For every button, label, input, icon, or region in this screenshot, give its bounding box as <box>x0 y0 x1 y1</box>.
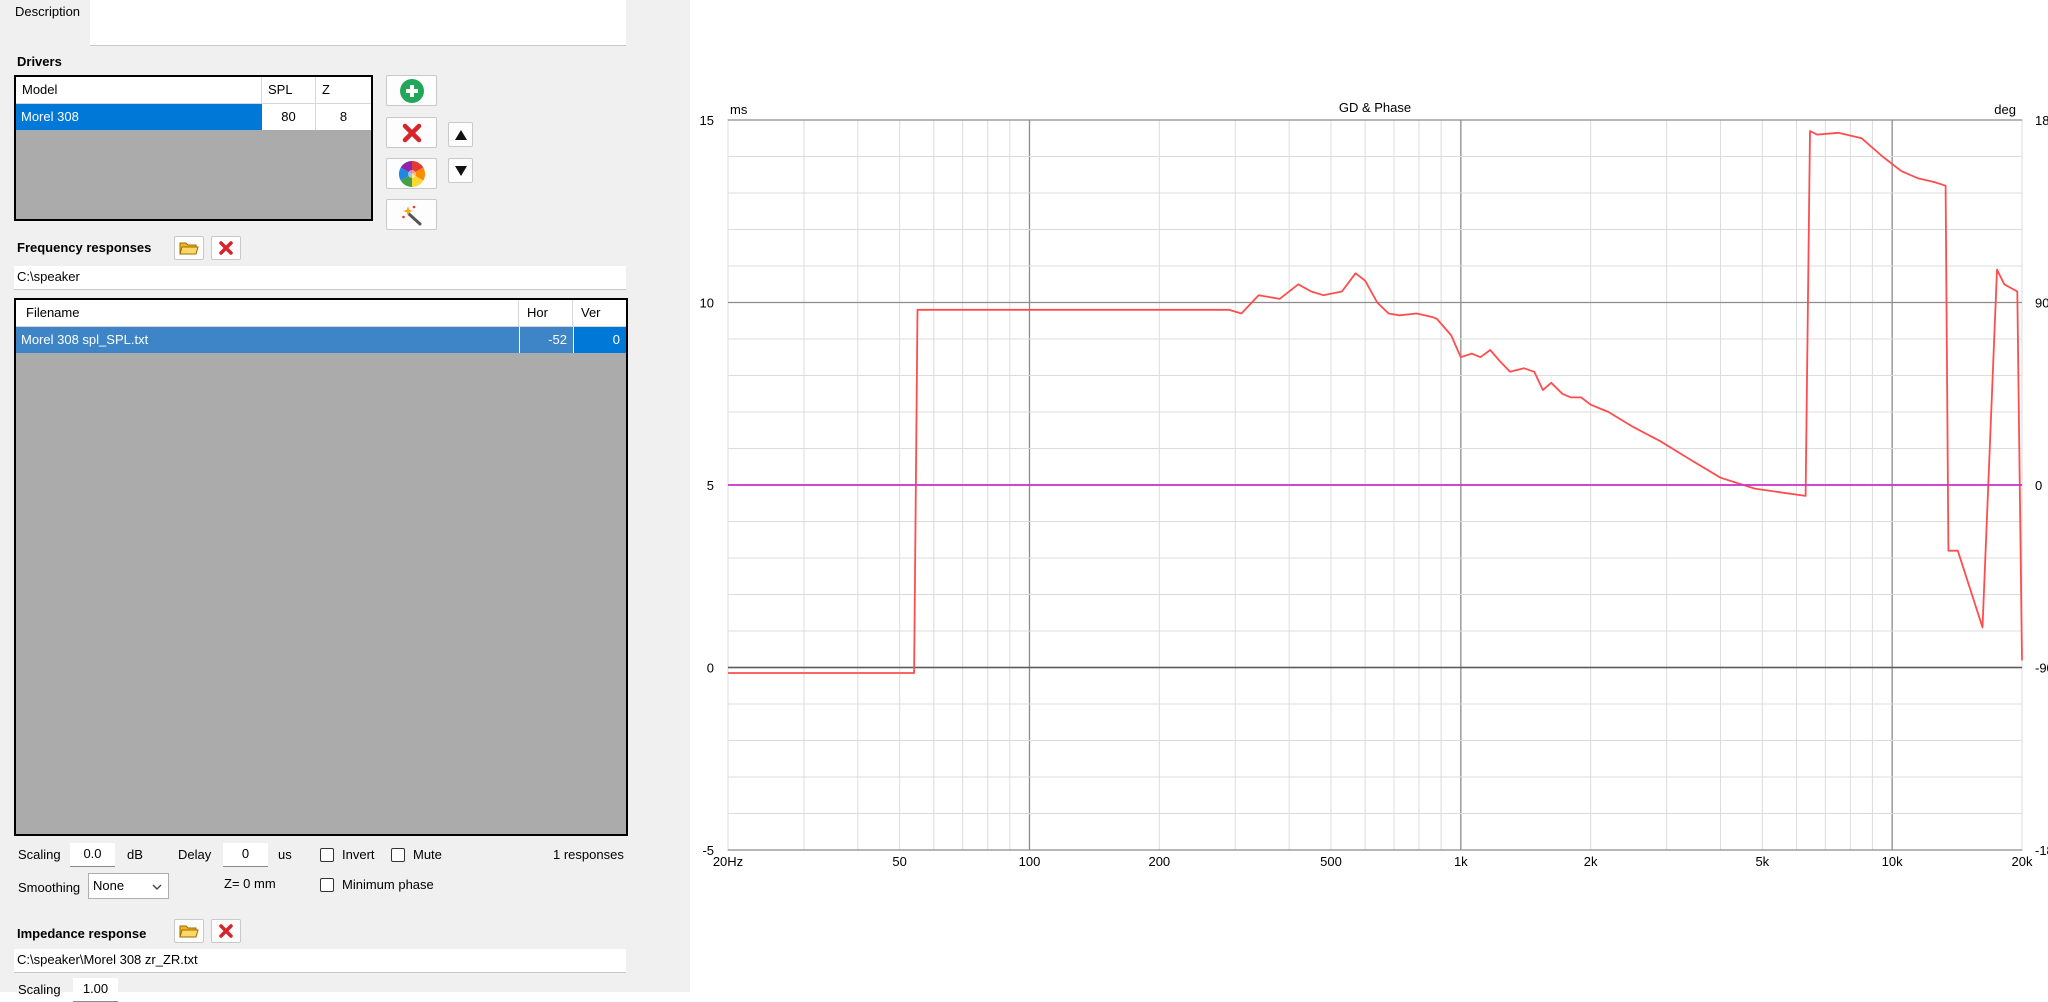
smoothing-selected-value: None <box>93 878 125 893</box>
y-left-tick-label: 10 <box>700 296 714 311</box>
open-impedance-file-button[interactable] <box>174 919 204 943</box>
minimum-phase-checkbox[interactable] <box>320 878 334 892</box>
driver-z-cell[interactable]: 8 <box>316 104 371 130</box>
x-tick-label: 100 <box>1019 854 1041 869</box>
driver-row[interactable]: Morel 308 80 8 <box>16 104 371 130</box>
driver-settings-panel: Description Drivers Model SPL Z Morel 30… <box>0 0 690 1002</box>
description-label: Description <box>15 4 81 19</box>
delete-icon <box>219 241 233 255</box>
delay-input[interactable]: 0 <box>223 843 268 867</box>
x-tick-label: 1k <box>1454 854 1468 869</box>
folder-open-icon <box>179 242 199 255</box>
y-right-tick-label: -90 <box>2035 661 2048 676</box>
z-offset-text: Z= 0 mm <box>224 876 276 891</box>
column-header-z[interactable]: Z <box>316 77 371 103</box>
driver-color-button[interactable] <box>386 158 437 189</box>
impedance-response-heading: Impedance response <box>17 926 147 941</box>
response-hor-cell[interactable]: -52 <box>519 327 573 353</box>
x-tick-label: 20k <box>2012 854 2033 869</box>
mute-label: Mute <box>413 847 442 862</box>
chevron-down-icon <box>152 884 162 890</box>
delete-icon <box>219 924 233 938</box>
x-tick-label: 5k <box>1755 854 1769 869</box>
invert-checkbox[interactable] <box>320 848 334 862</box>
drivers-heading: Drivers <box>17 54 62 69</box>
driver-model-cell[interactable]: Morel 308 <box>16 104 262 130</box>
clear-frequency-files-button[interactable] <box>211 236 241 260</box>
x-tick-label: 500 <box>1320 854 1342 869</box>
delay-unit: us <box>278 847 292 862</box>
column-header-filename[interactable]: Filename <box>16 300 519 326</box>
move-down-icon <box>454 165 467 176</box>
y-right-tick-label: 90 <box>2035 296 2048 311</box>
response-ver-cell[interactable]: 0 <box>573 327 626 353</box>
driver-wizard-button[interactable] <box>386 199 437 230</box>
impedance-scaling-input[interactable]: 1.00 <box>73 978 118 1002</box>
frequency-folder-path[interactable]: C:\speaker <box>14 266 626 290</box>
move-down-button[interactable] <box>448 158 473 183</box>
open-frequency-file-button[interactable] <box>174 236 204 260</box>
frequency-response-table[interactable]: Filename Hor Ver Morel 308 spl_SPL.txt -… <box>14 298 628 836</box>
y-right-tick-label: 0 <box>2035 478 2042 493</box>
remove-icon <box>402 123 421 142</box>
folder-open-icon <box>179 925 199 938</box>
smoothing-label: Smoothing <box>18 880 81 895</box>
scaling-input[interactable]: 0.0 <box>70 843 115 867</box>
add-driver-button[interactable] <box>386 75 437 106</box>
gd-phase-chart[interactable]: 20Hz501002005001k2k5k10k20k151050-518090… <box>690 0 2048 992</box>
impedance-file-path[interactable]: C:\speaker\Morel 308 zr_ZR.txt <box>14 949 626 973</box>
add-icon <box>399 78 424 103</box>
mute-checkbox[interactable] <box>391 848 405 862</box>
x-tick-label: 10k <box>1882 854 1903 869</box>
description-field[interactable] <box>90 0 626 46</box>
frequency-responses-heading: Frequency responses <box>17 240 152 255</box>
y-right-tick-label: -180 <box>2035 843 2048 858</box>
response-filename-cell[interactable]: Morel 308 spl_SPL.txt <box>16 327 519 353</box>
y-left-tick-label: 5 <box>707 478 714 493</box>
color-wheel-icon <box>398 160 425 187</box>
driver-spl-cell[interactable]: 80 <box>262 104 316 130</box>
scaling-label: Scaling <box>18 847 61 862</box>
column-header-spl[interactable]: SPL <box>262 77 316 103</box>
y-right-tick-label: 180 <box>2035 113 2048 128</box>
move-up-button[interactable] <box>448 122 473 147</box>
y-right-unit: deg <box>1994 102 2016 117</box>
chart-title: GD & Phase <box>1339 100 1411 115</box>
y-left-unit: ms <box>730 102 748 117</box>
responses-count: 1 responses <box>553 847 624 862</box>
y-left-tick-label: 0 <box>707 661 714 676</box>
x-tick-label: 50 <box>892 854 906 869</box>
y-left-tick-label: -5 <box>702 843 714 858</box>
delay-label: Delay <box>178 847 212 862</box>
x-tick-label: 200 <box>1148 854 1170 869</box>
remove-driver-button[interactable] <box>386 117 437 148</box>
impedance-scaling-label: Scaling <box>18 982 61 997</box>
x-tick-label: 20Hz <box>713 854 743 869</box>
clear-impedance-file-button[interactable] <box>211 919 241 943</box>
column-header-hor[interactable]: Hor <box>519 300 573 326</box>
column-header-model[interactable]: Model <box>16 77 262 103</box>
move-up-icon <box>454 129 467 140</box>
scaling-unit: dB <box>127 847 143 862</box>
invert-label: Invert <box>342 847 375 862</box>
y-left-tick-label: 15 <box>700 113 714 128</box>
column-header-ver[interactable]: Ver <box>573 300 626 326</box>
drivers-table-header: Model SPL Z <box>16 77 371 104</box>
drivers-table[interactable]: Model SPL Z Morel 308 80 8 <box>14 75 373 221</box>
x-tick-label: 2k <box>1584 854 1598 869</box>
frequency-response-row[interactable]: Morel 308 spl_SPL.txt -52 0 <box>16 327 626 353</box>
smoothing-select[interactable]: None <box>88 873 169 899</box>
magic-wand-icon <box>401 205 421 225</box>
minimum-phase-label: Minimum phase <box>342 877 434 892</box>
frequency-table-header: Filename Hor Ver <box>16 300 626 327</box>
